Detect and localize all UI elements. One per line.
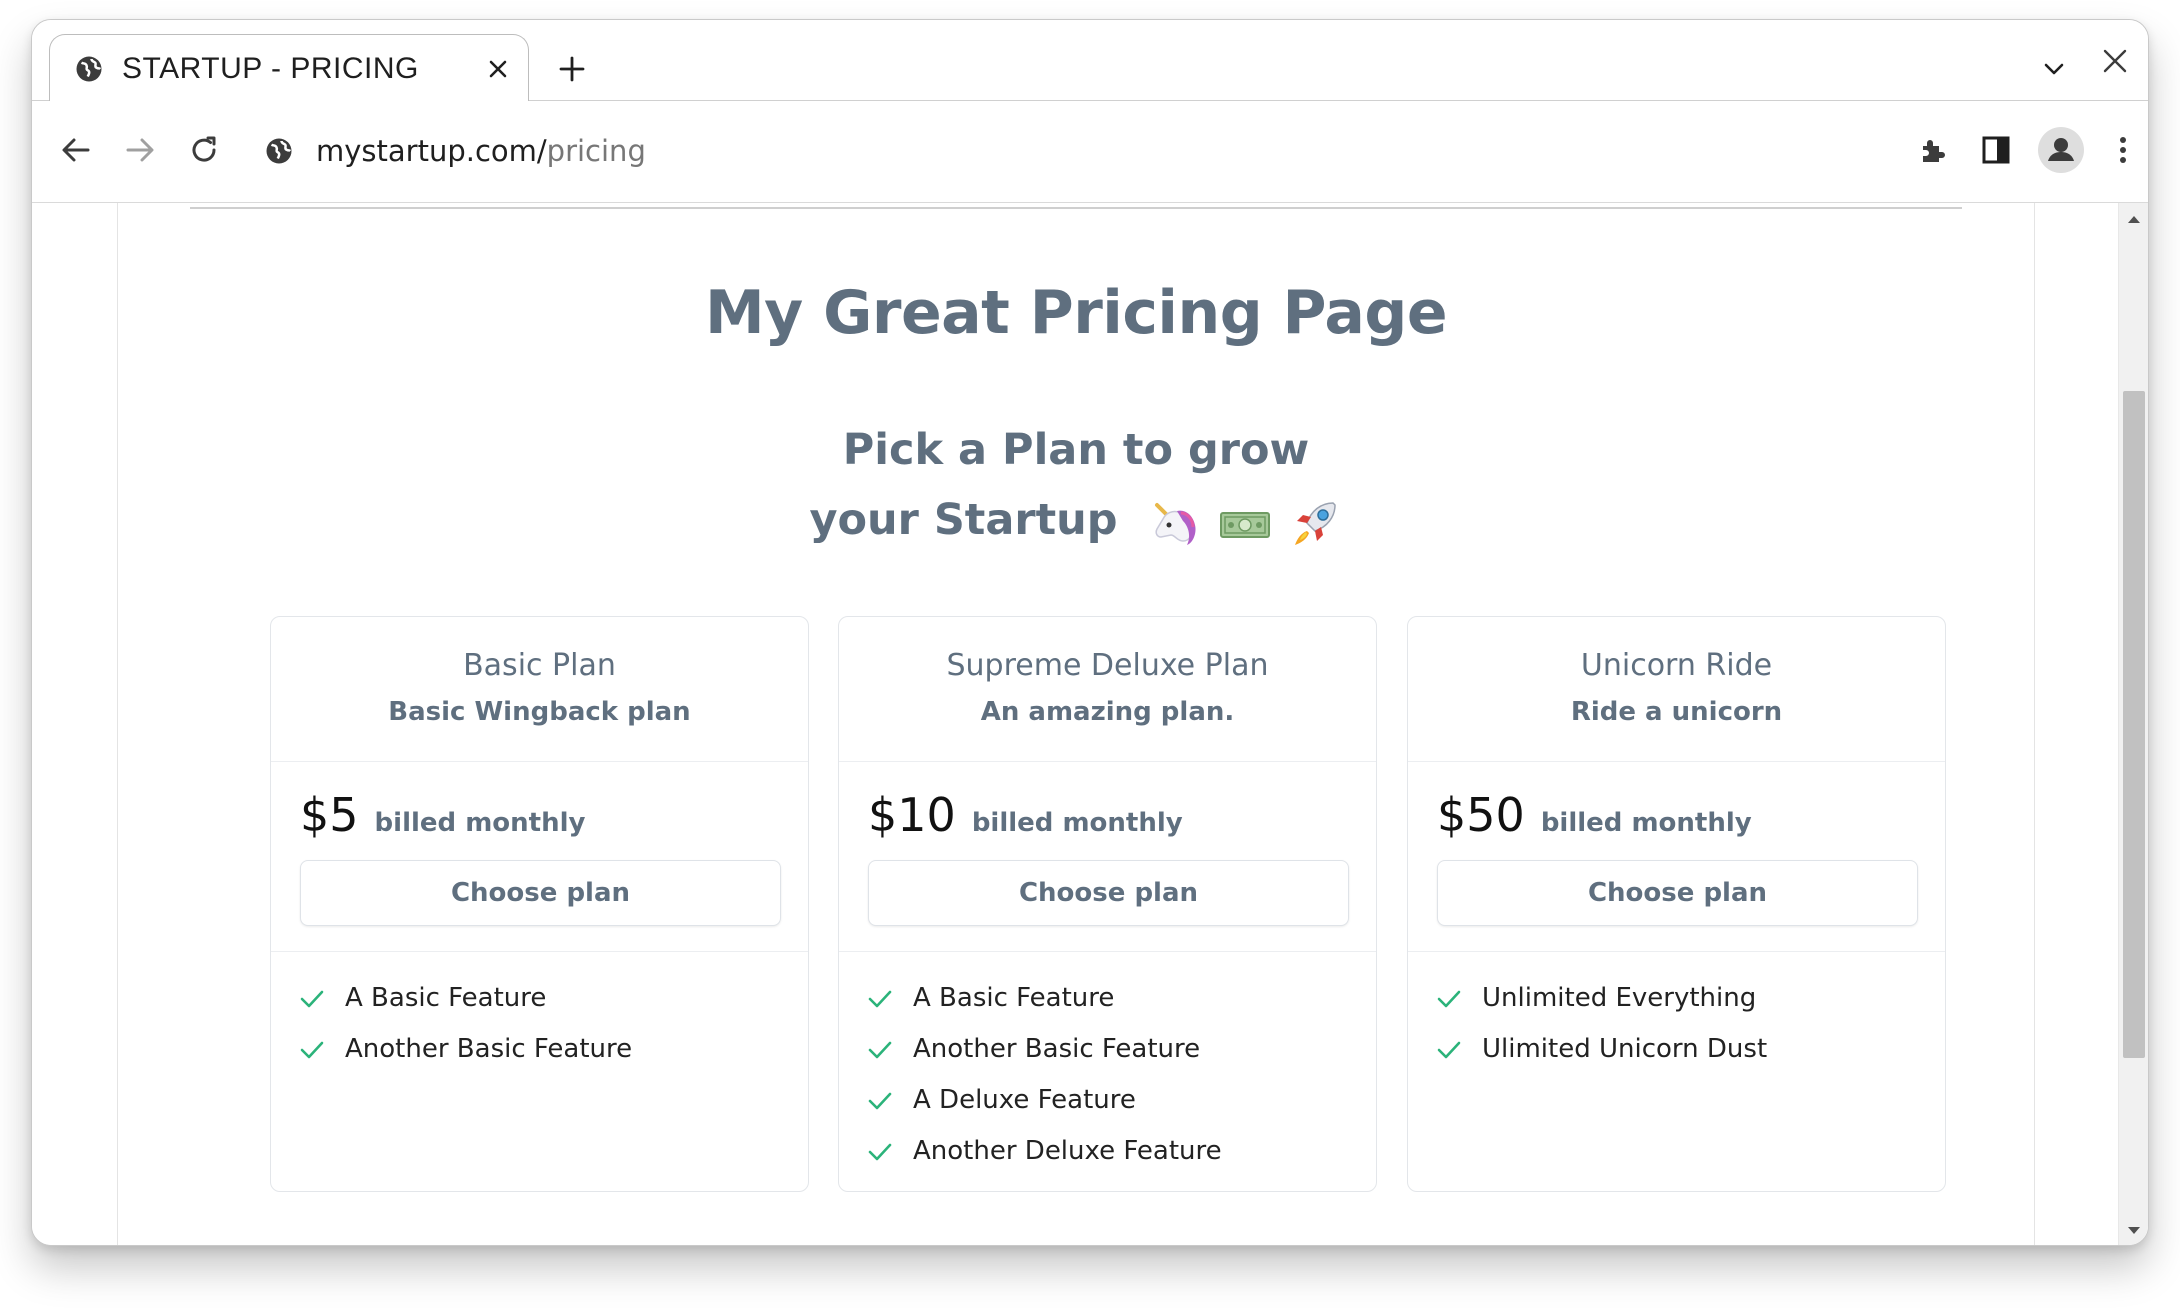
extensions-icon[interactable]	[1912, 129, 1954, 171]
browser-window: STARTUP - PRICING mystartup.com/pricing …	[31, 19, 2149, 1246]
page-viewport: My Great Pricing Page Pick a Plan to gro…	[32, 203, 2148, 1245]
choose-plan-button[interactable]: Choose plan	[1437, 860, 1918, 926]
check-icon	[1435, 984, 1463, 1012]
unicorn-icon	[1147, 495, 1203, 551]
address-bar[interactable]: mystartup.com/pricing	[264, 123, 646, 179]
feature-label: A Deluxe Feature	[913, 1084, 1136, 1115]
profile-avatar-icon[interactable]	[2038, 127, 2084, 173]
plan-card-unicorn-ride: Unicorn Ride Ride a unicorn $50 billed m…	[1407, 616, 1946, 1192]
rocket-icon	[1287, 495, 1343, 551]
page-subtitle: Pick a Plan to grow your Startup	[118, 415, 2034, 555]
feature-label: Another Deluxe Feature	[913, 1135, 1222, 1166]
feature-item: Ulimited Unicorn Dust	[1435, 1023, 1945, 1074]
subtitle-line-1: Pick a Plan to grow	[842, 425, 1310, 475]
vertical-scrollbar[interactable]	[2118, 203, 2148, 1245]
feature-item: Unlimited Everything	[1435, 972, 1945, 1023]
close-window-icon[interactable]	[2098, 44, 2132, 78]
check-icon	[866, 984, 894, 1012]
plan-description: Basic Wingback plan	[388, 697, 691, 727]
back-icon[interactable]	[55, 129, 97, 171]
check-icon	[866, 1137, 894, 1165]
url-text[interactable]: mystartup.com/pricing	[316, 134, 646, 168]
feature-list: A Basic Feature Another Basic Feature	[271, 952, 808, 1074]
feature-item: A Deluxe Feature	[866, 1074, 1376, 1125]
plan-pricing: $5 billed monthly Choose plan	[271, 762, 808, 952]
tab-strip: STARTUP - PRICING	[32, 20, 2148, 104]
plan-name: Basic Plan	[463, 648, 616, 683]
plan-name: Supreme Deluxe Plan	[946, 648, 1269, 683]
top-divider	[190, 207, 1962, 209]
side-panel-icon[interactable]	[1975, 129, 2017, 171]
url-path: pricing	[546, 134, 646, 168]
plan-price: $5	[300, 788, 359, 842]
plan-description: An amazing plan.	[980, 697, 1235, 727]
plan-header: Basic Plan Basic Wingback plan	[271, 617, 808, 762]
close-tab-icon[interactable]	[484, 55, 512, 83]
feature-label: Unlimited Everything	[1482, 982, 1757, 1013]
globe-icon	[74, 54, 104, 84]
billing-period: billed monthly	[1540, 808, 1752, 838]
content-container: My Great Pricing Page Pick a Plan to gro…	[117, 203, 2035, 1245]
feature-label: Another Basic Feature	[345, 1033, 633, 1064]
check-icon	[1435, 1035, 1463, 1063]
feature-label: A Basic Feature	[345, 982, 547, 1013]
reload-icon[interactable]	[183, 129, 225, 171]
scroll-down-arrow-icon[interactable]	[2126, 1223, 2142, 1239]
plan-name: Unicorn Ride	[1580, 648, 1773, 683]
feature-label: Another Basic Feature	[913, 1033, 1201, 1064]
check-icon	[866, 1086, 894, 1114]
new-tab-icon[interactable]	[555, 52, 589, 86]
billing-period: billed monthly	[971, 808, 1183, 838]
plan-price: $50	[1437, 788, 1525, 842]
menu-kebab-icon[interactable]	[2102, 129, 2144, 171]
feature-item: A Basic Feature	[866, 972, 1376, 1023]
plan-card-basic: Basic Plan Basic Wingback plan $5 billed…	[270, 616, 809, 1192]
check-icon	[866, 1035, 894, 1063]
money-icon	[1217, 495, 1273, 551]
plan-pricing: $10 billed monthly Choose plan	[839, 762, 1376, 952]
tab-active[interactable]: STARTUP - PRICING	[49, 34, 529, 104]
tab-search-chevron-icon[interactable]	[2037, 52, 2071, 86]
plan-header: Unicorn Ride Ride a unicorn	[1408, 617, 1945, 762]
feature-label: Ulimited Unicorn Dust	[1482, 1033, 1768, 1064]
site-info-icon[interactable]	[264, 136, 294, 166]
plan-card-supreme-deluxe: Supreme Deluxe Plan An amazing plan. $10…	[838, 616, 1377, 1192]
feature-item: A Basic Feature	[298, 972, 808, 1023]
feature-label: A Basic Feature	[913, 982, 1115, 1013]
plan-header: Supreme Deluxe Plan An amazing plan.	[839, 617, 1376, 762]
browser-toolbar: mystartup.com/pricing	[32, 101, 2148, 203]
subtitle-line-2: your Startup	[809, 495, 1118, 545]
check-icon	[298, 984, 326, 1012]
feature-list: Unlimited Everything Ulimited Unicorn Du…	[1408, 952, 1945, 1074]
forward-icon[interactable]	[119, 129, 161, 171]
feature-list: A Basic Feature Another Basic Feature A …	[839, 952, 1376, 1176]
plan-price: $10	[868, 788, 956, 842]
feature-item: Another Basic Feature	[298, 1023, 808, 1074]
choose-plan-button[interactable]: Choose plan	[300, 860, 781, 926]
billing-period: billed monthly	[374, 808, 586, 838]
plan-description: Ride a unicorn	[1570, 697, 1783, 727]
feature-item: Another Deluxe Feature	[866, 1125, 1376, 1176]
tab-title: STARTUP - PRICING	[122, 51, 419, 85]
page-title: My Great Pricing Page	[704, 278, 1448, 348]
check-icon	[298, 1035, 326, 1063]
url-host: mystartup.com/	[316, 134, 547, 168]
scroll-up-arrow-icon[interactable]	[2126, 211, 2142, 227]
scrollbar-thumb[interactable]	[2123, 391, 2145, 1058]
plan-pricing: $50 billed monthly Choose plan	[1408, 762, 1945, 952]
feature-item: Another Basic Feature	[866, 1023, 1376, 1074]
choose-plan-button[interactable]: Choose plan	[868, 860, 1349, 926]
